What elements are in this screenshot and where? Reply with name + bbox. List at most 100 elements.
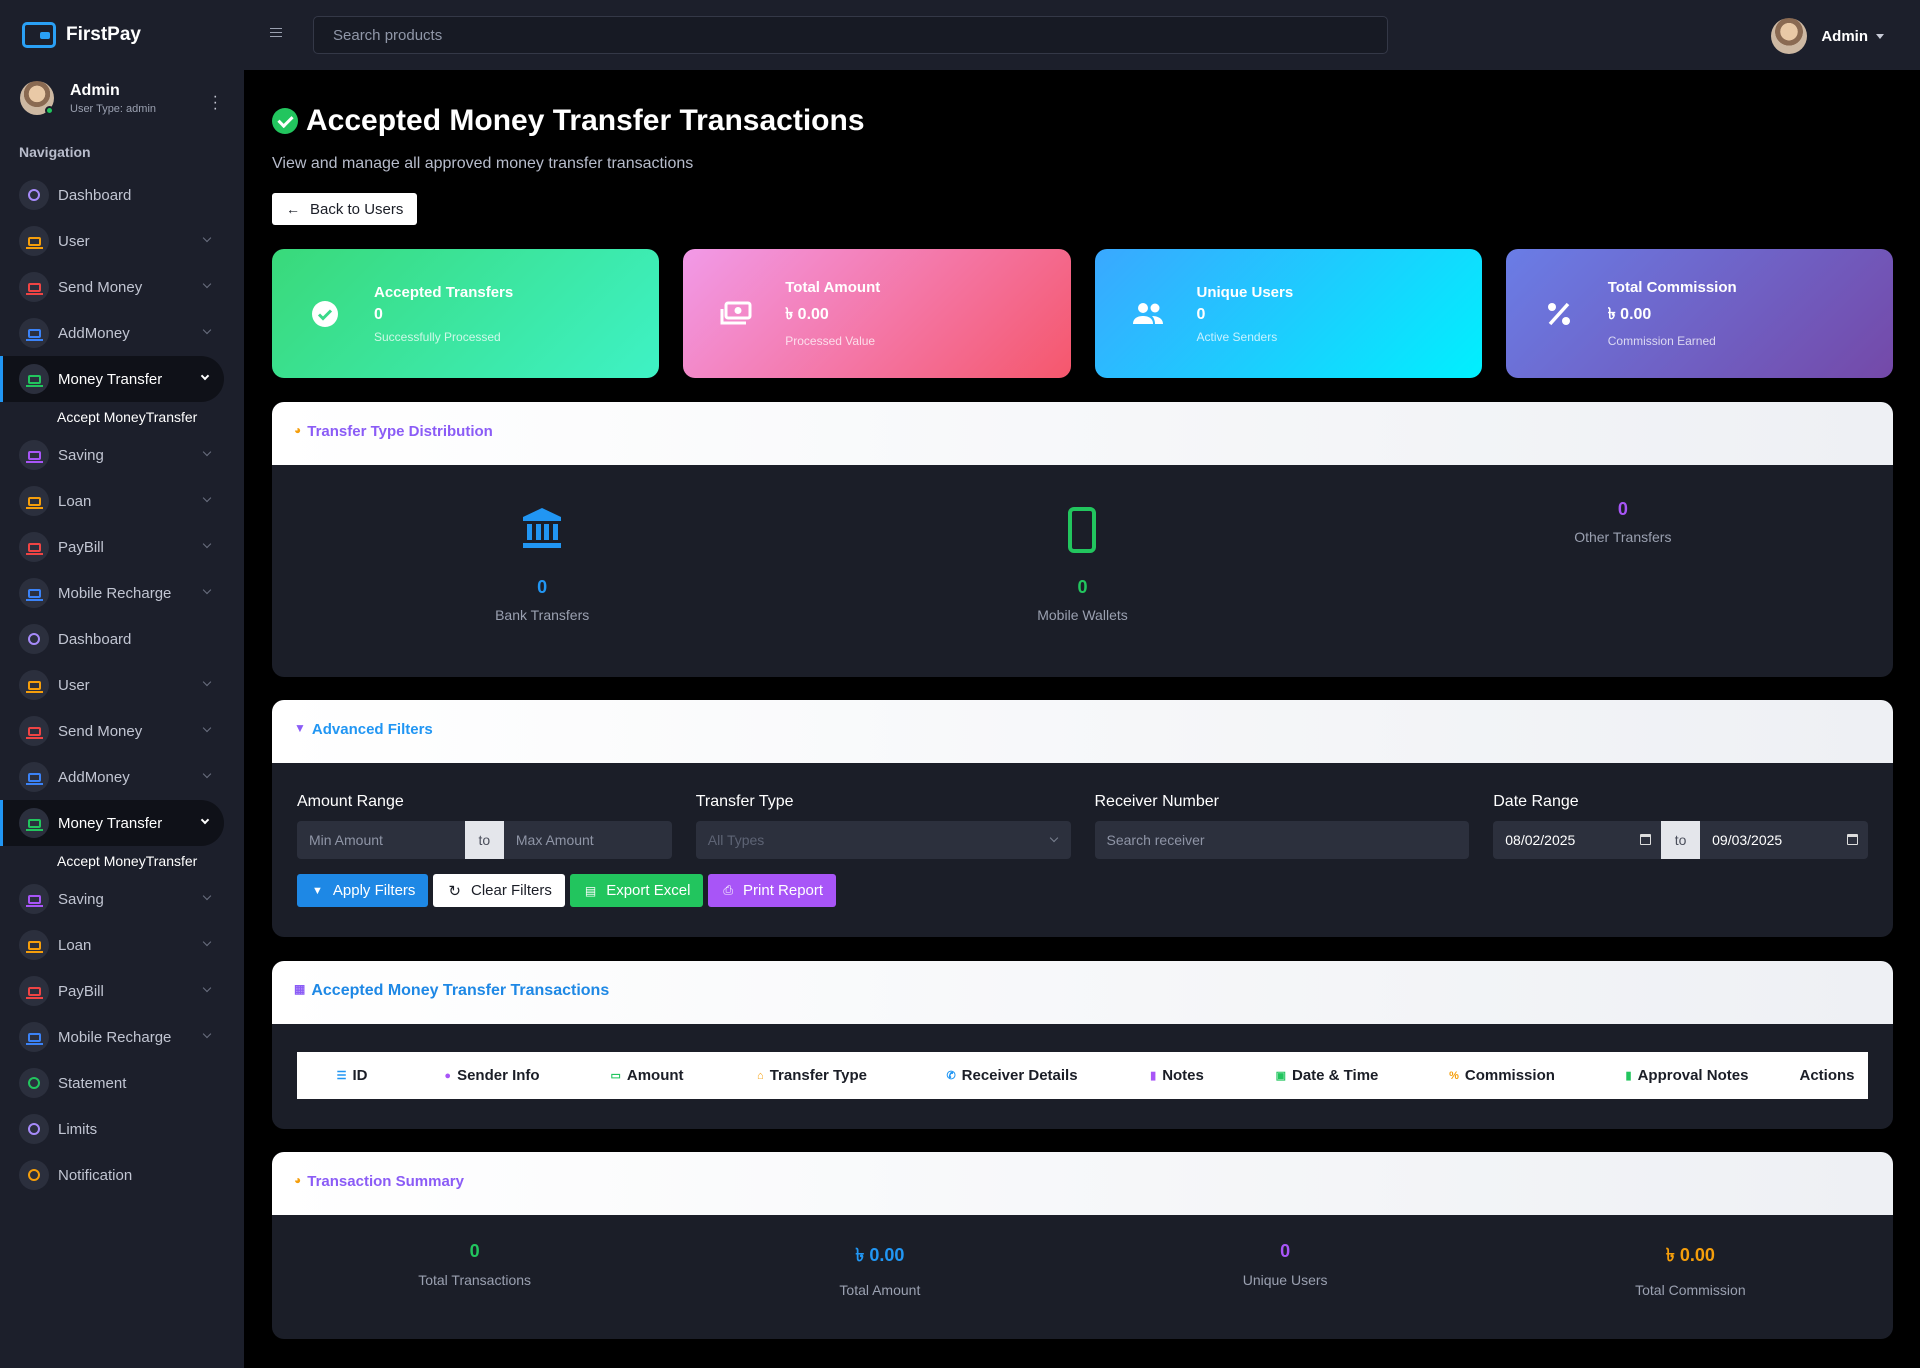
hamburger-menu-icon[interactable] xyxy=(270,28,282,37)
min-amount-input[interactable]: Min Amount xyxy=(297,821,465,859)
sidebar-item-label: Money Transfer xyxy=(58,370,163,388)
distribution-header: ◕ Transfer Type Distribution xyxy=(272,402,1893,465)
receiver-group: Receiver Number Search receiver xyxy=(1094,793,1470,859)
sidebar-item-label: Mobile Recharge xyxy=(58,1028,172,1046)
max-amount-input[interactable]: Max Amount xyxy=(503,821,672,859)
kebab-menu-icon[interactable]: · · · xyxy=(213,89,218,117)
users-icon xyxy=(1131,297,1165,331)
chevron-down-icon xyxy=(202,539,212,549)
sidebar-item-send-money[interactable]: Send Money xyxy=(0,264,244,310)
column-header-actions[interactable]: Actions xyxy=(1787,1067,1867,1084)
sidebar-subitem-accept-money-transfer[interactable]: Accept MoneyTransfer xyxy=(0,402,244,432)
calendar-icon[interactable] xyxy=(1847,834,1858,845)
column-header-amount[interactable]: ▭ Amount xyxy=(577,1067,717,1084)
column-header-date-time[interactable]: ▣ Date & Time xyxy=(1237,1067,1417,1084)
distribution-item: 0 Mobile Wallets xyxy=(812,465,1352,677)
sidebar-item-label: AddMoney xyxy=(58,324,130,342)
user-menu[interactable]: Admin xyxy=(1771,18,1884,54)
column-header-commission[interactable]: % Commission xyxy=(1417,1067,1587,1084)
laptop-icon xyxy=(19,670,49,700)
sidebar-item-money-transfer[interactable]: Money Transfer xyxy=(0,356,224,402)
sidebar-item-saving[interactable]: Saving xyxy=(0,876,244,922)
distribution-value: 0 xyxy=(1077,577,1088,597)
column-header-receiver-details[interactable]: ✆ Receiver Details xyxy=(907,1067,1117,1084)
sidebar-item-addmoney[interactable]: AddMoney xyxy=(0,310,244,356)
table-header: ▦ Accepted Money Transfer Transactions xyxy=(272,961,1893,1024)
filter-icon: ▼ xyxy=(312,884,323,897)
pie-chart-icon: ◕ xyxy=(294,423,302,437)
laptop-icon xyxy=(19,364,49,394)
summary-value: 0 xyxy=(469,1241,480,1261)
transfer-type-value: All Types xyxy=(707,832,765,848)
summary-header: ◕ Transaction Summary xyxy=(272,1152,1893,1215)
bank-icon xyxy=(523,508,562,548)
column-header-id[interactable]: ☰ ID xyxy=(297,1067,407,1084)
profile-name: Admin xyxy=(70,81,120,99)
apply-filters-button[interactable]: ▼ Apply Filters xyxy=(297,874,429,907)
distribution-body: 0 Bank Transfers 0 Mobile Wallets 0 Othe… xyxy=(272,465,1893,677)
column-header-approval-notes[interactable]: ▮ Approval Notes xyxy=(1587,1067,1787,1084)
search-input[interactable] xyxy=(313,16,1388,54)
sidebar-item-paybill[interactable]: PayBill xyxy=(0,968,244,1014)
summary-item: ৳ 0.00 Total Commission xyxy=(1488,1241,1893,1339)
date-from-input[interactable]: 08/02/2025 xyxy=(1493,821,1662,859)
sidebar-item-notification[interactable]: Notification xyxy=(0,1152,244,1198)
sidebar-item-dashboard[interactable]: Dashboard xyxy=(0,172,244,218)
column-header-label: Sender Info xyxy=(457,1067,540,1084)
export-excel-button[interactable]: ▤ Export Excel xyxy=(569,874,704,907)
sidebar-item-label: Send Money xyxy=(58,278,143,296)
sidebar-item-label: Money Transfer xyxy=(58,814,163,832)
date-to-input[interactable]: 09/03/2025 xyxy=(1700,821,1868,859)
sidebar-item-label: Mobile Recharge xyxy=(58,584,172,602)
sidebar-item-send-money[interactable]: Send Money xyxy=(0,708,244,754)
filter-icon: ▼ xyxy=(294,721,306,735)
sidebar-item-label: Dashboard xyxy=(58,630,132,648)
sidebar-item-paybill[interactable]: PayBill xyxy=(0,524,244,570)
stat-title: Total Commission xyxy=(1607,279,1737,296)
summary-item: 0 Total Transactions xyxy=(272,1241,677,1339)
clear-filters-button[interactable]: ↻ Clear Filters xyxy=(433,874,565,907)
avatar[interactable] xyxy=(20,81,54,115)
summary-item: ৳ 0.00 Total Amount xyxy=(677,1241,1082,1339)
sidebar-subitem-accept-money-transfer[interactable]: Accept MoneyTransfer xyxy=(0,846,244,876)
sidebar: FirstPay Admin User Type: admin · · · Navi… xyxy=(0,0,244,1368)
print-report-label: Print Report xyxy=(743,882,824,899)
sidebar-item-label: Saving xyxy=(58,446,104,464)
calendar-icon[interactable] xyxy=(1640,834,1652,845)
avatar xyxy=(1771,18,1808,54)
brand[interactable]: FirstPay xyxy=(0,0,244,70)
sidebar-item-label: PayBill xyxy=(58,538,104,556)
export-excel-label: Export Excel xyxy=(606,882,691,899)
receiver-input[interactable]: Search receiver xyxy=(1094,821,1470,859)
topbar: Admin xyxy=(244,0,1920,70)
stat-caption: Processed Value xyxy=(785,334,876,348)
list-icon: ☰ xyxy=(336,1070,347,1082)
sidebar-item-mobile-recharge[interactable]: Mobile Recharge xyxy=(0,570,244,616)
column-header-sender-info[interactable]: ● Sender Info xyxy=(407,1067,577,1084)
sidebar-item-label: AddMoney xyxy=(58,768,130,786)
sidebar-item-loan[interactable]: Loan xyxy=(0,478,244,524)
column-header-transfer-type[interactable]: ⌂ Transfer Type xyxy=(717,1067,907,1084)
sidebar-item-statement[interactable]: Statement xyxy=(0,1060,244,1106)
stat-title: Accepted Transfers xyxy=(374,283,514,301)
column-header-notes[interactable]: ▮ Notes xyxy=(1117,1067,1237,1084)
sidebar-item-saving[interactable]: Saving xyxy=(0,432,244,478)
sidebar-item-dashboard[interactable]: Dashboard xyxy=(0,616,244,662)
transfer-type-select[interactable]: All Types xyxy=(695,821,1071,859)
stat-card-commission: Total Commission ৳ 0.00 Commission Earne… xyxy=(1505,249,1893,378)
laptop-icon xyxy=(19,272,49,302)
column-header-label: Approval Notes xyxy=(1637,1067,1749,1084)
back-to-users-button[interactable]: ← Back to Users xyxy=(272,193,418,225)
distribution-label: Mobile Wallets xyxy=(1037,607,1128,623)
sidebar-item-money-transfer[interactable]: Money Transfer xyxy=(0,800,224,846)
sidebar-item-loan[interactable]: Loan xyxy=(0,922,244,968)
sidebar-item-mobile-recharge[interactable]: Mobile Recharge xyxy=(0,1014,244,1060)
sidebar-item-addmoney[interactable]: AddMoney xyxy=(0,754,244,800)
laptop-icon xyxy=(19,440,49,470)
print-report-button[interactable]: ⎙ Print Report xyxy=(708,874,837,907)
stat-caption: Active Senders xyxy=(1196,329,1278,344)
sidebar-item-user[interactable]: User xyxy=(0,218,244,264)
sidebar-item-limits[interactable]: Limits xyxy=(0,1106,244,1152)
gauge-icon xyxy=(19,1160,49,1190)
sidebar-item-user[interactable]: User xyxy=(0,662,244,708)
